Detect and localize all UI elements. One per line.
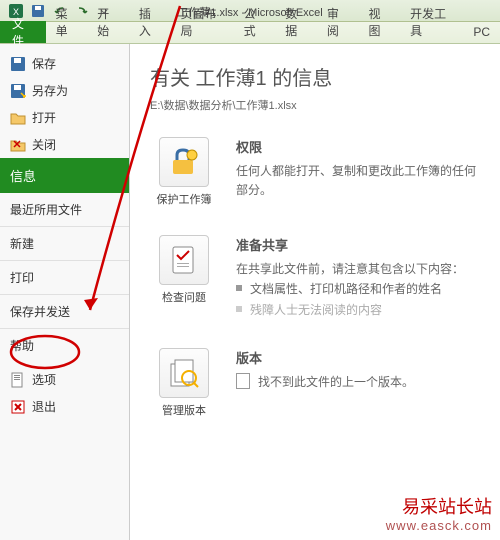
sidebar-item-label: 选项 <box>32 371 56 388</box>
watermark-text: 易采站长站 <box>386 497 492 519</box>
ribbon-tab-menu[interactable]: 菜单 <box>46 1 88 43</box>
sidebar-item-save[interactable]: 保存 <box>0 50 129 77</box>
check-text: 在共享此文件前，请注意其包含以下内容： <box>236 260 480 279</box>
manage-versions-button[interactable] <box>159 348 209 398</box>
close-icon <box>10 137 26 153</box>
sidebar-item-recent[interactable]: 最近所用文件 <box>0 193 129 226</box>
sidebar-item-print[interactable]: 打印 <box>0 260 129 294</box>
ribbon: 文件 菜单 开始 插入 页面布局 公式 数据 审阅 视图 开发工具 PC <box>0 22 500 44</box>
save-as-icon <box>10 83 26 99</box>
sidebar-item-exit[interactable]: 退出 <box>0 393 129 420</box>
watermark-url: www.easck.com <box>386 518 492 534</box>
check-bullet-1: 文档属性、打印机路径和作者的姓名 <box>236 279 480 299</box>
sidebar-item-label: 信息 <box>10 166 36 185</box>
backstage-content: 有关 工作薄1 的信息 E:\数据\数据分析\工作薄1.xlsx 保护工作簿 权… <box>130 44 500 540</box>
info-block-check: 检查问题 准备共享 在共享此文件前，请注意其包含以下内容： 文档属性、打印机路径… <box>150 235 480 320</box>
check-bullet-2: 残障人士无法阅读的内容 <box>236 300 480 320</box>
ribbon-tab-review[interactable]: 审阅 <box>317 1 359 43</box>
save-icon <box>10 56 26 72</box>
sidebar-item-options[interactable]: 选项 <box>0 366 129 393</box>
sidebar-item-label: 保存 <box>32 55 56 72</box>
backstage: 保存 另存为 打开 关闭 信息 最近所用文件 新建 打印 保存并发送 帮助 选项… <box>0 44 500 540</box>
sidebar-item-info[interactable]: 信息 <box>0 158 129 193</box>
window-title: 工作薄1.xlsx - Microsoft Excel <box>177 4 322 20</box>
ribbon-tab-pc[interactable]: PC <box>463 21 500 43</box>
options-icon <box>10 372 26 388</box>
exit-icon <box>10 399 26 415</box>
protect-title: 权限 <box>236 137 480 156</box>
versions-row: 找不到此文件的上一个版本。 <box>236 373 480 390</box>
protect-text: 任何人都能打开、复制和更改此工作簿的任何部分。 <box>236 162 480 200</box>
check-title: 准备共享 <box>236 235 480 254</box>
file-tab[interactable]: 文件 <box>0 21 46 43</box>
sidebar-item-label: 打开 <box>32 109 56 126</box>
ribbon-tab-view[interactable]: 视图 <box>358 1 400 43</box>
sidebar-item-help[interactable]: 帮助 <box>0 328 129 362</box>
backstage-sidebar: 保存 另存为 打开 关闭 信息 最近所用文件 新建 打印 保存并发送 帮助 选项… <box>0 44 130 540</box>
bullet-icon <box>236 285 242 291</box>
ribbon-tab-developer[interactable]: 开发工具 <box>400 1 463 43</box>
sidebar-item-saveas[interactable]: 另存为 <box>0 77 129 104</box>
check-issues-button[interactable] <box>159 235 209 285</box>
sidebar-item-label: 退出 <box>32 398 56 415</box>
ribbon-tab-home[interactable]: 开始 <box>87 1 129 43</box>
protect-workbook-button[interactable] <box>159 137 209 187</box>
sidebar-item-open[interactable]: 打开 <box>0 104 129 131</box>
open-icon <box>10 110 26 126</box>
info-block-protect: 保护工作簿 权限 任何人都能打开、复制和更改此工作簿的任何部分。 <box>150 137 480 207</box>
sidebar-item-saveandsend[interactable]: 保存并发送 <box>0 294 129 328</box>
sidebar-item-label: 另存为 <box>32 82 68 99</box>
sidebar-item-close[interactable]: 关闭 <box>0 131 129 158</box>
info-path: E:\数据\数据分析\工作薄1.xlsx <box>150 97 480 113</box>
sidebar-item-new[interactable]: 新建 <box>0 226 129 260</box>
protect-caption: 保护工作簿 <box>150 191 218 207</box>
document-icon <box>236 373 250 389</box>
info-title: 有关 工作薄1 的信息 <box>150 62 480 91</box>
versions-title: 版本 <box>236 348 480 367</box>
info-block-versions: 管理版本 版本 找不到此文件的上一个版本。 <box>150 348 480 418</box>
watermark: 易采站长站 www.easck.com <box>386 497 492 534</box>
sidebar-item-label: 关闭 <box>32 136 56 153</box>
versions-text: 找不到此文件的上一个版本。 <box>258 373 414 390</box>
versions-caption: 管理版本 <box>150 402 218 418</box>
ribbon-tab-insert[interactable]: 插入 <box>129 1 171 43</box>
check-caption: 检查问题 <box>150 289 218 305</box>
bullet-icon <box>236 306 242 312</box>
